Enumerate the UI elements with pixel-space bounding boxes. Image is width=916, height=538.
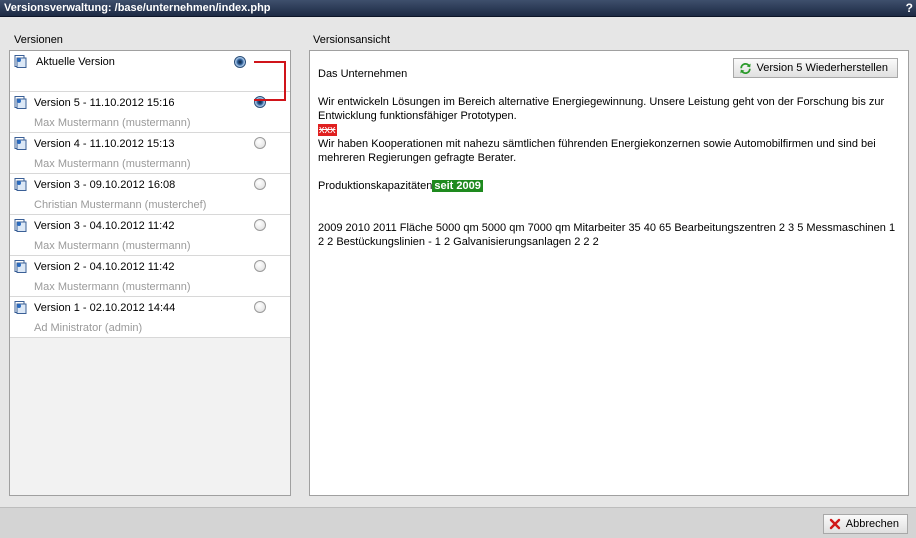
version-title: Version 3 - 04.10.2012 11:42 <box>34 220 175 232</box>
document-icon <box>14 301 27 314</box>
window-titlebar: Versionsverwaltung: /base/unternehmen/in… <box>0 0 916 17</box>
version-view-label: Versionsansicht <box>313 34 391 46</box>
version-radio[interactable] <box>254 96 266 108</box>
current-version-radio[interactable] <box>234 56 246 68</box>
document-icon <box>14 219 27 232</box>
version-list: Aktuelle Version Version 5 - 11.10.2012 … <box>10 51 290 338</box>
version-item[interactable]: Version 5 - 11.10.2012 15:16 Max Musterm… <box>10 92 290 133</box>
version-user: Max Mustermann (mustermann) <box>34 240 191 252</box>
version-user: Ad Ministrator (admin) <box>34 322 143 334</box>
version-title: Version 4 - 11.10.2012 15:13 <box>34 138 175 150</box>
version-radio[interactable] <box>254 260 266 272</box>
version-item[interactable]: Version 3 - 04.10.2012 11:42 Max Musterm… <box>10 215 290 256</box>
version-user: Christian Mustermann (musterchef) <box>34 199 207 211</box>
production-label: Produktionskapazitäten <box>318 180 433 192</box>
document-icon <box>14 55 27 68</box>
cancel-label: Abbrechen <box>845 518 899 530</box>
version-item[interactable]: Version 2 - 04.10.2012 11:42 Max Musterm… <box>10 256 290 297</box>
content-paragraph-1: Wir entwickeln Lösungen im Bereich alter… <box>318 96 885 122</box>
version-radio[interactable] <box>254 178 266 190</box>
version-content: Das Unternehmen Wir entwickeln Lösungen … <box>318 67 904 249</box>
version-item[interactable]: Version 4 - 11.10.2012 15:13 Max Musterm… <box>10 133 290 174</box>
version-user: Max Mustermann (mustermann) <box>34 281 191 293</box>
content-table-text: 2009 2010 2011 Fläche 5000 qm 5000 qm 70… <box>318 222 896 248</box>
document-icon <box>14 96 27 109</box>
window-title: Versionsverwaltung: /base/unternehmen/in… <box>4 2 271 14</box>
version-view-panel: Version 5 Wiederherstellen Das Unternehm… <box>309 50 909 496</box>
current-version-label: Aktuelle Version <box>36 56 115 68</box>
version-title: Version 5 - 11.10.2012 15:16 <box>34 97 175 109</box>
version-user: Max Mustermann (mustermann) <box>34 117 191 129</box>
help-icon[interactable]: ? <box>906 0 913 16</box>
version-title: Version 1 - 02.10.2012 14:44 <box>34 302 176 314</box>
document-icon <box>14 178 27 191</box>
cancel-button[interactable]: Abbrechen <box>822 514 908 534</box>
version-radio[interactable] <box>254 301 266 313</box>
current-version-item[interactable]: Aktuelle Version <box>10 51 290 92</box>
deleted-text: xxx <box>318 124 337 136</box>
version-item[interactable]: Version 3 - 09.10.2012 16:08 Christian M… <box>10 174 290 215</box>
version-radio[interactable] <box>254 137 266 149</box>
version-item[interactable]: Version 1 - 02.10.2012 14:44 Ad Ministra… <box>10 297 290 338</box>
footer-bar: Abbrechen <box>0 507 916 538</box>
version-user: Max Mustermann (mustermann) <box>34 158 191 170</box>
production-line: Produktionskapazitäten seit 2009 <box>318 179 904 193</box>
version-radio[interactable] <box>254 219 266 231</box>
inserted-text: seit 2009 <box>432 180 483 192</box>
content-heading: Das Unternehmen <box>318 68 408 80</box>
close-icon <box>829 518 840 530</box>
versions-panel: Aktuelle Version Version 5 - 11.10.2012 … <box>9 50 291 496</box>
content-paragraph-2: Wir haben Kooperationen mit nahezu sämtl… <box>318 138 876 164</box>
versions-label: Versionen <box>14 34 63 46</box>
document-icon <box>14 260 27 273</box>
version-title: Version 2 - 04.10.2012 11:42 <box>34 261 175 273</box>
document-icon <box>14 137 27 150</box>
version-title: Version 3 - 09.10.2012 16:08 <box>34 179 176 191</box>
